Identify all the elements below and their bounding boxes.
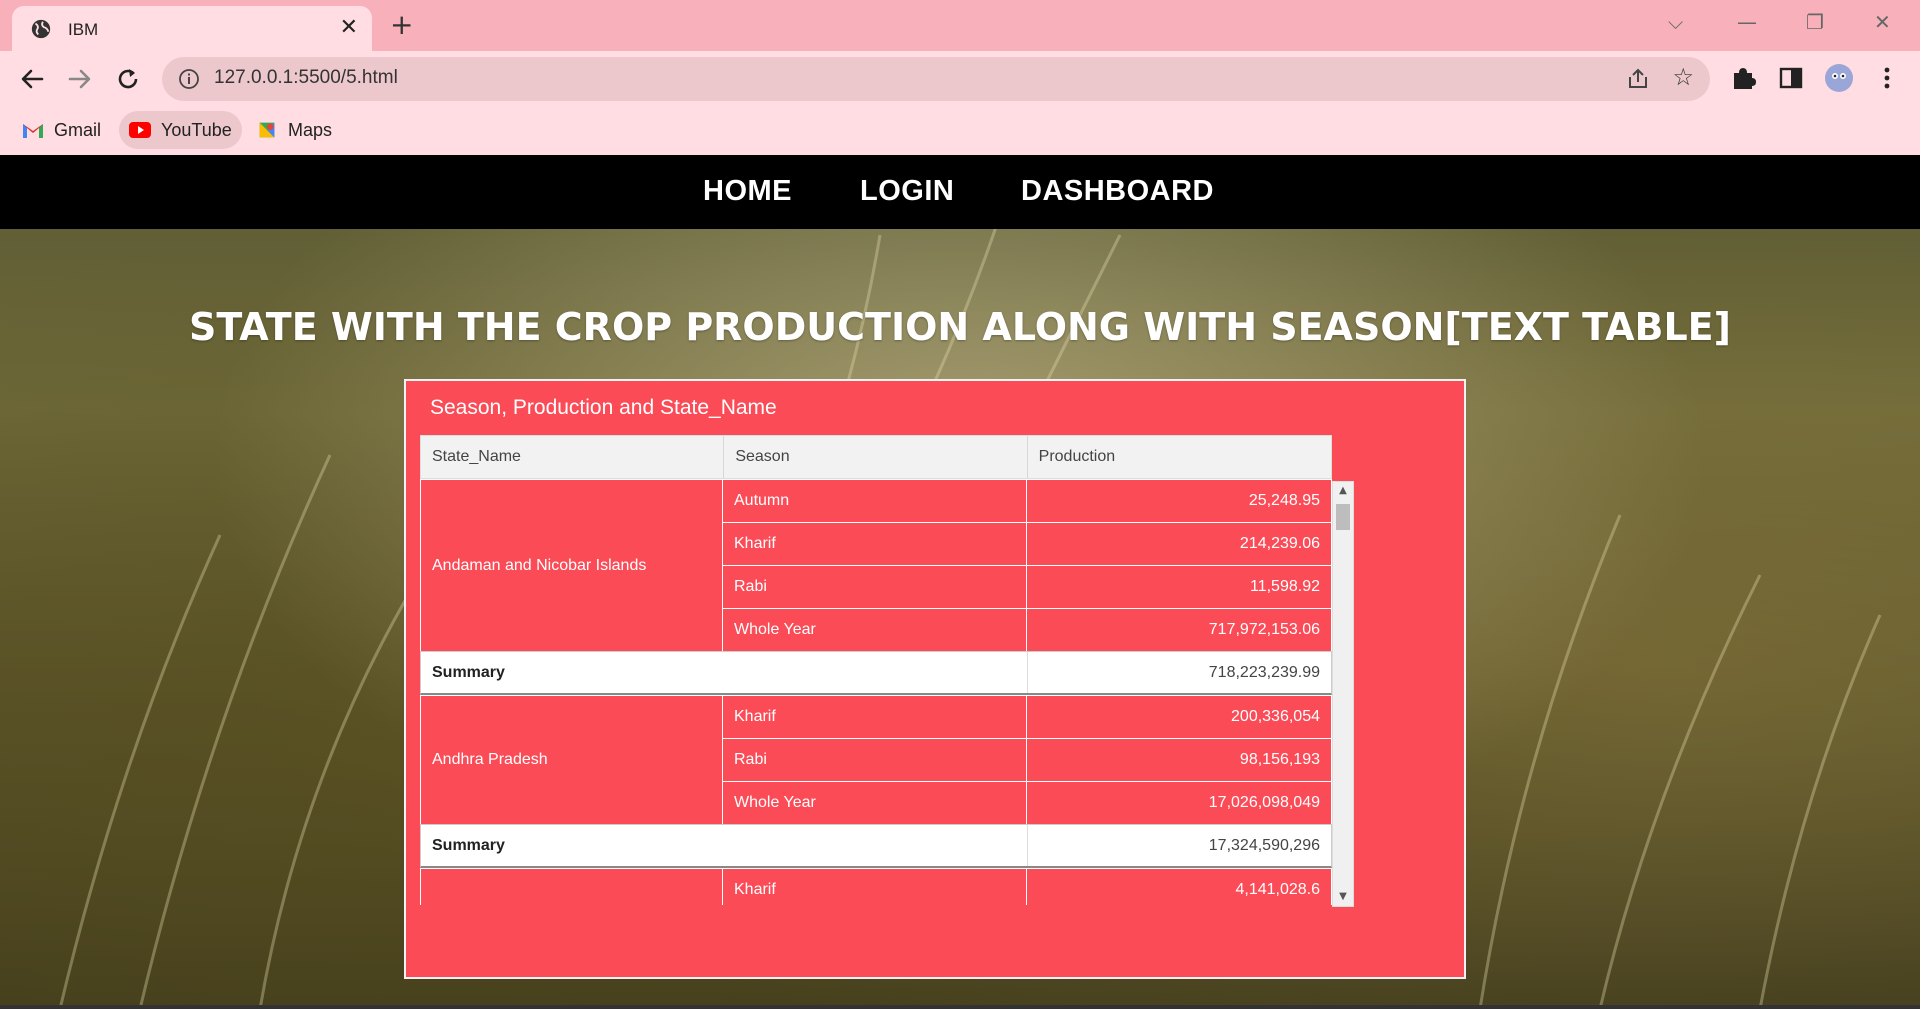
bookmark-maps[interactable]: Maps (246, 111, 342, 149)
state-name-cell[interactable]: Andaman and Nicobar Islands (421, 479, 723, 651)
bookmark-label: Maps (288, 119, 333, 140)
summary-label: Summary (421, 825, 1028, 866)
production-cell: 25,248.95 (1248, 492, 1320, 509)
new-tab-icon[interactable]: + (390, 10, 413, 40)
nav-home-link[interactable]: HOME (703, 175, 792, 208)
production-cell: 17,026,098,049 (1208, 794, 1320, 811)
extensions-puzzle-icon[interactable] (1728, 63, 1758, 93)
summary-value: 17,324,590,296 (1208, 837, 1320, 854)
season-cell: Rabi (723, 739, 1027, 781)
gmail-icon (23, 124, 43, 138)
crosstab-table: State_Name Season Production Andaman and… (420, 435, 1332, 905)
page-viewport: HOME LOGIN DASHBOARD STATE WITH THE CROP… (0, 155, 1920, 1009)
share-icon[interactable] (1626, 67, 1650, 91)
table-row[interactable]: Whole Year 17,026,098,049 (723, 781, 1331, 824)
back-arrow-icon[interactable] (16, 63, 48, 95)
page-headline: STATE WITH THE CROP PRODUCTION ALONG WIT… (188, 305, 1732, 349)
close-window-icon[interactable]: ✕ (1874, 10, 1891, 34)
production-cell: 717,972,153.06 (1208, 621, 1320, 638)
summary-label: Summary (421, 652, 1028, 693)
bookmark-label: YouTube (161, 119, 232, 140)
state-group: Andaman and Nicobar Islands Autumn 25,24… (420, 479, 1332, 651)
nav-login-link[interactable]: LOGIN (860, 175, 954, 208)
scroll-down-arrow-icon[interactable]: ▼ (1333, 888, 1353, 906)
reload-icon[interactable] (112, 63, 144, 95)
table-body[interactable]: Andaman and Nicobar Islands Autumn 25,24… (420, 479, 1332, 905)
season-cell: Autumn (723, 480, 1027, 522)
bookmark-youtube[interactable]: YouTube (119, 111, 242, 149)
summary-row[interactable]: Summary 718,223,239.99 (420, 651, 1332, 695)
forward-arrow-icon[interactable] (64, 63, 96, 95)
youtube-icon (129, 122, 151, 138)
tab-search-chevron-icon[interactable]: ⌵ (1668, 10, 1683, 34)
table-row[interactable]: Kharif 214,239.06 (723, 522, 1331, 565)
bookmarks-bar: Gmail YouTube Maps (0, 107, 1920, 153)
table-row[interactable]: Kharif 4,141,028.6 (723, 868, 1331, 905)
browser-tab-strip: IBM ✕ + ⌵ — ❐ ✕ (0, 0, 1920, 51)
more-menu-icon[interactable] (1872, 63, 1902, 93)
address-bar[interactable]: 127.0.0.1:5500/5.html ☆ (162, 57, 1710, 101)
panel-title: Season, Production and State_Name (430, 396, 777, 419)
browser-toolbar: 127.0.0.1:5500/5.html ☆ Gmail YouTube Ma… (0, 51, 1920, 155)
state-group: Andhra Pradesh Kharif 200,336,054 Rabi 9… (420, 695, 1332, 824)
summary-row[interactable]: Summary 17,324,590,296 (420, 824, 1332, 868)
minimize-icon[interactable]: — (1737, 10, 1757, 34)
table-row[interactable]: Rabi 98,156,193 (723, 738, 1331, 781)
column-header-production[interactable]: Production (1028, 436, 1331, 478)
production-cell: 4,141,028.6 (1235, 881, 1320, 898)
production-cell: 200,336,054 (1231, 708, 1320, 725)
bookmark-label: Gmail (54, 119, 102, 140)
scroll-up-arrow-icon[interactable]: ▲ (1333, 482, 1353, 500)
bookmark-star-icon[interactable]: ☆ (1672, 63, 1694, 91)
site-info-icon[interactable] (178, 68, 200, 90)
page-bottom-edge (0, 1005, 1920, 1009)
production-cell: 214,239.06 (1239, 535, 1320, 552)
production-cell: 11,598.92 (1250, 578, 1320, 595)
url-text[interactable]: 127.0.0.1:5500/5.html (214, 67, 398, 89)
state-name-cell[interactable] (421, 868, 723, 905)
season-cell: Rabi (723, 566, 1027, 608)
season-cell: Kharif (723, 696, 1027, 738)
browser-tab[interactable]: IBM ✕ (12, 6, 372, 51)
table-row[interactable]: Whole Year 717,972,153.06 (723, 608, 1331, 651)
scrollbar-thumb[interactable] (1336, 504, 1350, 530)
site-navbar: HOME LOGIN DASHBOARD (0, 155, 1920, 229)
table-row[interactable]: Rabi 11,598.92 (723, 565, 1331, 608)
summary-value: 718,223,239.99 (1208, 664, 1320, 681)
table-row[interactable]: Autumn 25,248.95 (723, 479, 1331, 522)
side-panel-icon[interactable] (1776, 63, 1806, 93)
season-cell: Kharif (723, 523, 1027, 565)
season-cell: Whole Year (723, 609, 1027, 651)
tab-title: IBM (68, 20, 99, 39)
season-cell: Kharif (723, 869, 1027, 905)
table-scrollbar[interactable]: ▲ ▼ (1332, 481, 1354, 907)
table-row[interactable]: Kharif 200,336,054 (723, 695, 1331, 738)
season-cell: Whole Year (723, 782, 1027, 824)
table-header: State_Name Season Production (420, 435, 1332, 479)
nav-dashboard-link[interactable]: DASHBOARD (1021, 175, 1214, 208)
column-header-season[interactable]: Season (724, 436, 1028, 478)
production-cell: 98,156,193 (1239, 751, 1320, 768)
state-name-cell[interactable]: Andhra Pradesh (421, 695, 723, 824)
globe-icon (31, 19, 51, 39)
profile-avatar-icon[interactable] (1824, 63, 1854, 93)
text-table-panel: Season, Production and State_Name State_… (404, 379, 1466, 979)
close-tab-icon[interactable]: ✕ (340, 16, 358, 40)
maps-icon (259, 122, 275, 138)
restore-icon[interactable]: ❐ (1806, 10, 1824, 34)
bookmark-gmail[interactable]: Gmail (12, 111, 111, 149)
column-header-state[interactable]: State_Name (421, 436, 725, 478)
state-group: Kharif 4,141,028.6 (420, 868, 1332, 905)
